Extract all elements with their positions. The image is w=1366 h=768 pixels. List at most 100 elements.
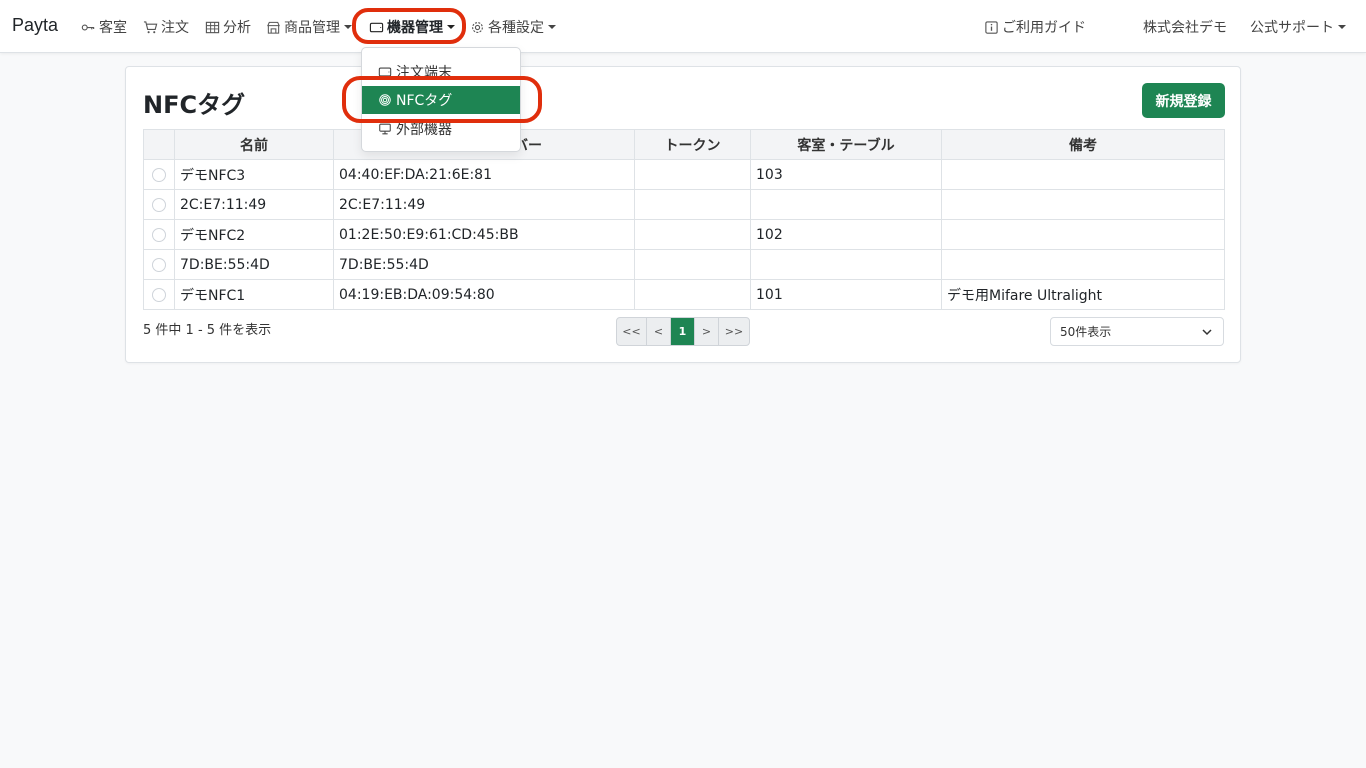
- shop-icon: [266, 20, 281, 35]
- cell-serial: 2C:E7:11:49: [333, 189, 635, 220]
- per-page-select[interactable]: 50件表示: [1050, 317, 1224, 346]
- cell-name: デモNFC1: [174, 279, 334, 310]
- table-row[interactable]: デモNFC3 04:40:EF:DA:21:6E:81 103: [143, 159, 1225, 190]
- row-radio[interactable]: [152, 227, 166, 242]
- nav-settings[interactable]: 各種設定: [470, 17, 556, 37]
- nav-company-label: 株式会社デモ: [1143, 20, 1227, 36]
- cell-note: [941, 159, 1225, 190]
- cell-serial: 01:2E:50:E9:61:CD:45:BB: [333, 219, 635, 250]
- result-count: 5 件中 1 - 5 件を表示: [143, 323, 272, 338]
- table-row[interactable]: デモNFC2 01:2E:50:E9:61:CD:45:BB 102: [143, 219, 1225, 250]
- row-radio[interactable]: [152, 197, 166, 212]
- cell-name: 7D:BE:55:4D: [174, 249, 334, 280]
- cell-room: [750, 249, 942, 280]
- cell-token: [634, 219, 751, 250]
- nav-orders[interactable]: 注文: [143, 17, 189, 37]
- nav-devices[interactable]: 機器管理: [369, 17, 455, 37]
- row-radio[interactable]: [152, 167, 166, 182]
- pagination: << < 1 > >>: [616, 317, 750, 346]
- cell-serial: 7D:BE:55:4D: [333, 249, 635, 280]
- select-column-header: [143, 129, 175, 160]
- key-icon: [81, 20, 96, 35]
- cell-name: デモNFC2: [174, 219, 334, 250]
- cell-note: [941, 249, 1225, 280]
- cell-room: 102: [750, 219, 942, 250]
- device-icon: [369, 20, 384, 35]
- nav-company[interactable]: 株式会社デモ: [1143, 17, 1227, 37]
- row-select[interactable]: [143, 249, 175, 280]
- chevron-down-icon: [344, 25, 352, 29]
- nav-settings-label: 各種設定: [488, 20, 544, 36]
- dropdown-item-label: 外部機器: [396, 122, 452, 138]
- nav-rooms[interactable]: 客室: [81, 17, 127, 37]
- row-radio[interactable]: [152, 287, 166, 302]
- nfc-icon: [378, 93, 392, 107]
- cell-room: 103: [750, 159, 942, 190]
- chevron-down-icon: [447, 25, 455, 29]
- nav-analytics[interactable]: 分析: [205, 17, 251, 37]
- cell-name: 2C:E7:11:49: [174, 189, 334, 220]
- row-select[interactable]: [143, 189, 175, 220]
- row-radio[interactable]: [152, 257, 166, 272]
- cart-icon: [143, 20, 158, 35]
- column-header-token[interactable]: トークン: [634, 129, 751, 160]
- nav-rooms-label: 客室: [99, 20, 127, 36]
- gear-icon: [470, 20, 485, 35]
- nav-devices-label: 機器管理: [387, 20, 443, 36]
- nav-guide[interactable]: ご利用ガイド: [984, 17, 1086, 37]
- table-icon: [205, 20, 220, 35]
- page-last-button[interactable]: >>: [719, 318, 749, 345]
- cell-note: [941, 189, 1225, 220]
- cell-token: [634, 279, 751, 310]
- nav-products-label: 商品管理: [284, 20, 340, 36]
- chevron-down-icon: [1201, 326, 1213, 341]
- cell-name: デモNFC3: [174, 159, 334, 190]
- table-row[interactable]: デモNFC1 04:19:EB:DA:09:54:80 101 デモ用Mifar…: [143, 279, 1225, 310]
- page-first-button[interactable]: <<: [617, 318, 647, 345]
- monitor-icon: [378, 122, 392, 136]
- nfc-tag-table: 名前 バー トークン 客室・テーブル 備考 デモNFC3 04:40:EF:DA…: [143, 129, 1225, 310]
- cell-token: [634, 189, 751, 220]
- row-select[interactable]: [143, 279, 175, 310]
- info-icon: [984, 20, 999, 35]
- dropdown-item-nfc-tag[interactable]: NFCタグ: [362, 86, 520, 114]
- cell-room: [750, 189, 942, 220]
- cell-note: デモ用Mifare Ultralight: [941, 279, 1225, 310]
- nfc-tag-card: NFCタグ 新規登録 名前 バー トークン 客室・テーブル 備考 デモNFC3 …: [125, 66, 1241, 363]
- cell-room: 101: [750, 279, 942, 310]
- row-select[interactable]: [143, 159, 175, 190]
- nav-products[interactable]: 商品管理: [266, 17, 352, 37]
- table-row[interactable]: 2C:E7:11:49 2C:E7:11:49: [143, 189, 1225, 220]
- column-header-note[interactable]: 備考: [941, 129, 1225, 160]
- top-navbar: Payta 客室 注文 分析 商品管理 機器管理 各種設定 ご利用ガイド 株式会…: [0, 0, 1366, 53]
- cell-serial: 04:19:EB:DA:09:54:80: [333, 279, 635, 310]
- nav-support-label: 公式サポート: [1250, 20, 1334, 36]
- nav-analytics-label: 分析: [223, 20, 251, 36]
- chevron-down-icon: [548, 25, 556, 29]
- table-header-row: 名前 バー トークン 客室・テーブル 備考: [143, 129, 1225, 160]
- chevron-down-icon: [1338, 25, 1346, 29]
- column-header-room[interactable]: 客室・テーブル: [750, 129, 942, 160]
- nav-orders-label: 注文: [161, 20, 189, 36]
- row-select[interactable]: [143, 219, 175, 250]
- cell-token: [634, 249, 751, 280]
- tablet-icon: [378, 65, 392, 79]
- new-register-button[interactable]: 新規登録: [1142, 83, 1225, 118]
- page-prev-button[interactable]: <: [647, 318, 671, 345]
- table-row[interactable]: 7D:BE:55:4D 7D:BE:55:4D: [143, 249, 1225, 280]
- cell-note: [941, 219, 1225, 250]
- page-current-button[interactable]: 1: [671, 318, 695, 345]
- brand-logo[interactable]: Payta: [12, 15, 58, 36]
- dropdown-item-order-terminal[interactable]: 注文端末: [362, 58, 520, 86]
- cell-token: [634, 159, 751, 190]
- devices-dropdown-menu: 注文端末 NFCタグ 外部機器: [361, 47, 521, 152]
- dropdown-item-external-device[interactable]: 外部機器: [362, 115, 520, 143]
- page-next-button[interactable]: >: [695, 318, 719, 345]
- dropdown-item-label: 注文端末: [396, 65, 452, 81]
- cell-serial: 04:40:EF:DA:21:6E:81: [333, 159, 635, 190]
- nav-support[interactable]: 公式サポート: [1250, 17, 1346, 37]
- per-page-value: 50件表示: [1060, 325, 1112, 339]
- page-title: NFCタグ: [143, 91, 246, 119]
- dropdown-item-label: NFCタグ: [396, 93, 453, 109]
- column-header-name[interactable]: 名前: [174, 129, 334, 160]
